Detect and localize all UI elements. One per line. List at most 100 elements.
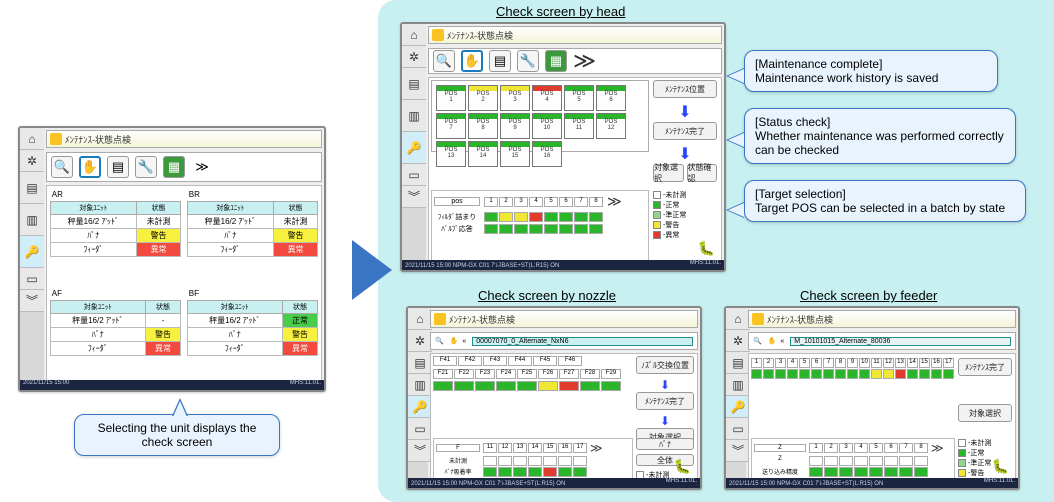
cell[interactable]: 10 [859,358,870,368]
cell[interactable]: 7 [574,197,588,207]
cell[interactable] [824,467,838,477]
cell[interactable] [499,224,513,234]
cell[interactable] [943,369,954,379]
cell[interactable]: 6 [811,358,822,368]
tool-doc-icon[interactable]: ▤ [489,50,511,72]
maint-complete-button[interactable]: ﾒﾝﾃﾅﾝｽ完了 [653,122,717,140]
cell[interactable]: F43 [483,356,507,366]
cell[interactable]: 14 [528,443,542,453]
cell[interactable] [573,467,587,477]
cell[interactable]: 11 [871,358,882,368]
cell[interactable]: 11 [483,443,497,453]
cell[interactable]: 4 [787,358,798,368]
cell[interactable] [914,456,928,466]
cell[interactable] [543,456,557,466]
cell[interactable] [580,381,600,391]
cell[interactable] [914,467,928,477]
pos-chip-16[interactable]: POS16 [532,141,562,167]
pos-chip-6[interactable]: POS6 [596,85,626,111]
pos-chip-8[interactable]: POS8 [468,113,498,139]
cell[interactable] [559,212,573,222]
tool-hand-icon[interactable]: ✋ [461,50,483,72]
cell[interactable]: 3 [514,197,528,207]
cell[interactable]: 4 [529,197,543,207]
cell[interactable] [475,381,495,391]
cell[interactable] [574,212,588,222]
cell[interactable]: 5 [869,443,883,453]
cell[interactable] [514,224,528,234]
cell[interactable]: 5 [544,197,558,207]
cell[interactable] [514,212,528,222]
sidebar-doc-icon[interactable]: ▭ [20,268,44,290]
cell[interactable] [574,224,588,234]
pos-chip-4[interactable]: POS4 [532,85,562,111]
sidebar-down-icon[interactable]: ︾ [20,290,44,312]
cell[interactable]: 2 [499,197,513,207]
feeder-maint-done-button[interactable]: ﾒﾝﾃﾅﾝｽ完了 [958,358,1012,376]
cell[interactable] [559,224,573,234]
cell[interactable]: 5 [799,358,810,368]
cell[interactable]: 1 [484,197,498,207]
cell[interactable]: F41 [433,356,457,366]
quad-af[interactable]: AF対象ﾕﾆｯﾄ状態秤量16/2 ｱ'ｯﾄﾞ-ﾊﾞﾅ警告ﾌｨｰﾀﾞ異常 [50,287,182,379]
pos-chip-2[interactable]: POS2 [468,85,498,111]
cell[interactable]: 17 [943,358,954,368]
pos-chip-3[interactable]: POS3 [500,85,530,111]
cell[interactable] [517,381,537,391]
cell[interactable]: F25 [517,369,537,379]
cell[interactable]: 1 [809,443,823,453]
tool-wrench-icon[interactable]: 🔧 [517,50,539,72]
cell[interactable] [529,212,543,222]
cell[interactable]: F28 [580,369,600,379]
cell[interactable] [931,369,942,379]
cell[interactable]: 4 [854,443,868,453]
cell[interactable] [483,456,497,466]
cell[interactable] [498,456,512,466]
cell[interactable] [454,381,474,391]
cell[interactable] [869,456,883,466]
target-select-button[interactable]: 対象選択 [653,164,684,182]
pos-chip-11[interactable]: POS11 [564,113,594,139]
pos-chip-1[interactable]: POS1 [436,85,466,111]
cell[interactable] [895,369,906,379]
cell[interactable]: F42 [458,356,482,366]
cell[interactable]: 7 [899,443,913,453]
cell[interactable] [823,369,834,379]
cell[interactable]: F45 [533,356,557,366]
sidebar-fan-icon[interactable]: ✲ [402,46,426,68]
cell[interactable] [498,467,512,477]
cell[interactable]: 7 [823,358,834,368]
tool-grid-icon[interactable]: ▦ [545,50,567,72]
tool-more-icon[interactable]: ≫ [191,156,213,178]
cell[interactable] [513,467,527,477]
cell[interactable] [811,369,822,379]
cell[interactable] [573,456,587,466]
cell[interactable] [558,456,572,466]
cell[interactable] [884,467,898,477]
quad-bf[interactable]: BF対象ﾕﾆｯﾄ状態秤量16/2 ｱ'ｯﾄﾞ正常ﾊﾞﾅ警告ﾌｨｰﾀﾞ異常 [187,287,319,379]
cell[interactable]: 2 [824,443,838,453]
cell[interactable]: 3 [839,443,853,453]
cell[interactable]: 12 [883,358,894,368]
tool-search-icon[interactable]: 🔍 [51,156,73,178]
cell[interactable] [884,456,898,466]
sidebar-chart-icon[interactable]: ▥ [402,100,426,132]
cell[interactable]: 13 [513,443,527,453]
scroll-right-icon[interactable]: ≫ [590,441,603,455]
cell[interactable] [854,467,868,477]
cell[interactable] [513,456,527,466]
cell[interactable] [847,369,858,379]
quad-ar[interactable]: AR対象ﾕﾆｯﾄ状態秤量16/2 ｱ'ｯﾄﾞ未計測ﾊﾞﾅ警告ﾌｨｰﾀﾞ異常 [50,188,182,280]
pos-chip-14[interactable]: POS14 [468,141,498,167]
cell[interactable] [809,456,823,466]
cell[interactable] [589,224,603,234]
scroll-right-icon[interactable]: ≫ [931,441,944,455]
pos-chip-15[interactable]: POS15 [500,141,530,167]
feeder-tab[interactable]: M_10101015_Alternate_80036 [790,337,1011,346]
cell[interactable] [899,456,913,466]
cell[interactable] [499,212,513,222]
cell[interactable]: F29 [601,369,621,379]
cell[interactable]: 12 [498,443,512,453]
sidebar-chart-icon[interactable]: ▥ [20,204,44,236]
scroll-right-icon[interactable]: ≫ [607,193,622,210]
